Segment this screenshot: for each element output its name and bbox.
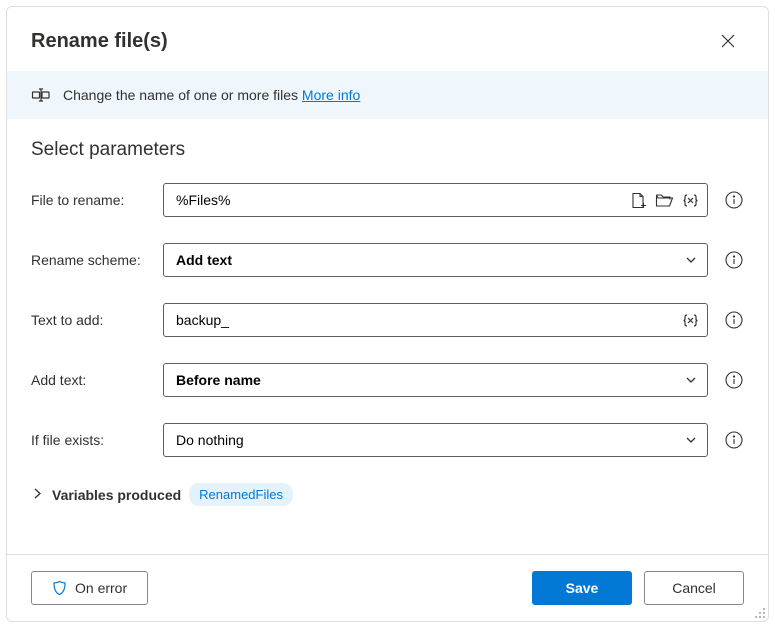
row-add-text: Add text: Before name: [31, 363, 744, 397]
help-file-to-rename[interactable]: [724, 190, 744, 210]
row-rename-scheme: Rename scheme: Add text: [31, 243, 744, 277]
rename-action-icon: [31, 85, 51, 105]
variable-chip-renamed-files[interactable]: RenamedFiles: [189, 483, 293, 506]
label-if-file-exists: If file exists:: [31, 432, 153, 448]
row-text-to-add: Text to add:: [31, 303, 744, 337]
variable-icon: [682, 192, 699, 209]
info-icon: [725, 311, 743, 329]
chevron-right-icon: [31, 487, 44, 500]
info-icon: [725, 251, 743, 269]
label-add-text: Add text:: [31, 372, 153, 388]
if-file-exists-select[interactable]: Do nothing: [163, 423, 708, 457]
label-rename-scheme: Rename scheme:: [31, 252, 153, 268]
info-icon: [725, 191, 743, 209]
on-error-button[interactable]: On error: [31, 571, 148, 605]
close-icon: [721, 34, 735, 48]
label-file-to-rename: File to rename:: [31, 192, 153, 208]
rename-files-dialog: Rename file(s) Change the name of one or…: [6, 6, 769, 622]
help-add-text[interactable]: [724, 370, 744, 390]
save-button[interactable]: Save: [532, 571, 632, 605]
row-if-file-exists: If file exists: Do nothing: [31, 423, 744, 457]
file-add-icon: [630, 192, 647, 209]
file-to-rename-input[interactable]: [163, 183, 708, 217]
resize-grip[interactable]: [752, 605, 766, 619]
variables-expand-toggle[interactable]: [31, 487, 44, 503]
info-bar: Change the name of one or more files Mor…: [7, 71, 768, 119]
dialog-footer: On error Save Cancel: [7, 554, 768, 621]
section-title: Select parameters: [31, 139, 744, 161]
info-text: Change the name of one or more files Mor…: [63, 87, 360, 103]
variable-picker-button-2[interactable]: [680, 310, 700, 330]
more-info-link[interactable]: More info: [302, 87, 360, 103]
help-rename-scheme[interactable]: [724, 250, 744, 270]
variable-icon: [682, 312, 699, 329]
select-file-button[interactable]: [628, 190, 648, 210]
add-text-select[interactable]: Before name: [163, 363, 708, 397]
text-to-add-input[interactable]: [163, 303, 708, 337]
info-icon: [725, 431, 743, 449]
label-text-to-add: Text to add:: [31, 312, 153, 328]
info-icon: [725, 371, 743, 389]
variable-picker-button[interactable]: [680, 190, 700, 210]
folder-open-icon: [655, 192, 674, 209]
select-folder-button[interactable]: [654, 190, 674, 210]
close-button[interactable]: [712, 25, 744, 57]
help-text-to-add[interactable]: [724, 310, 744, 330]
dialog-content: Select parameters File to rename:: [7, 119, 768, 554]
dialog-title: Rename file(s): [31, 30, 168, 53]
rename-scheme-select[interactable]: Add text: [163, 243, 708, 277]
help-if-file-exists[interactable]: [724, 430, 744, 450]
shield-icon: [52, 580, 67, 596]
cancel-button[interactable]: Cancel: [644, 571, 744, 605]
variables-produced-row: Variables produced RenamedFiles: [31, 483, 744, 506]
dialog-header: Rename file(s): [7, 7, 768, 71]
row-file-to-rename: File to rename:: [31, 183, 744, 217]
variables-produced-label: Variables produced: [52, 487, 181, 503]
